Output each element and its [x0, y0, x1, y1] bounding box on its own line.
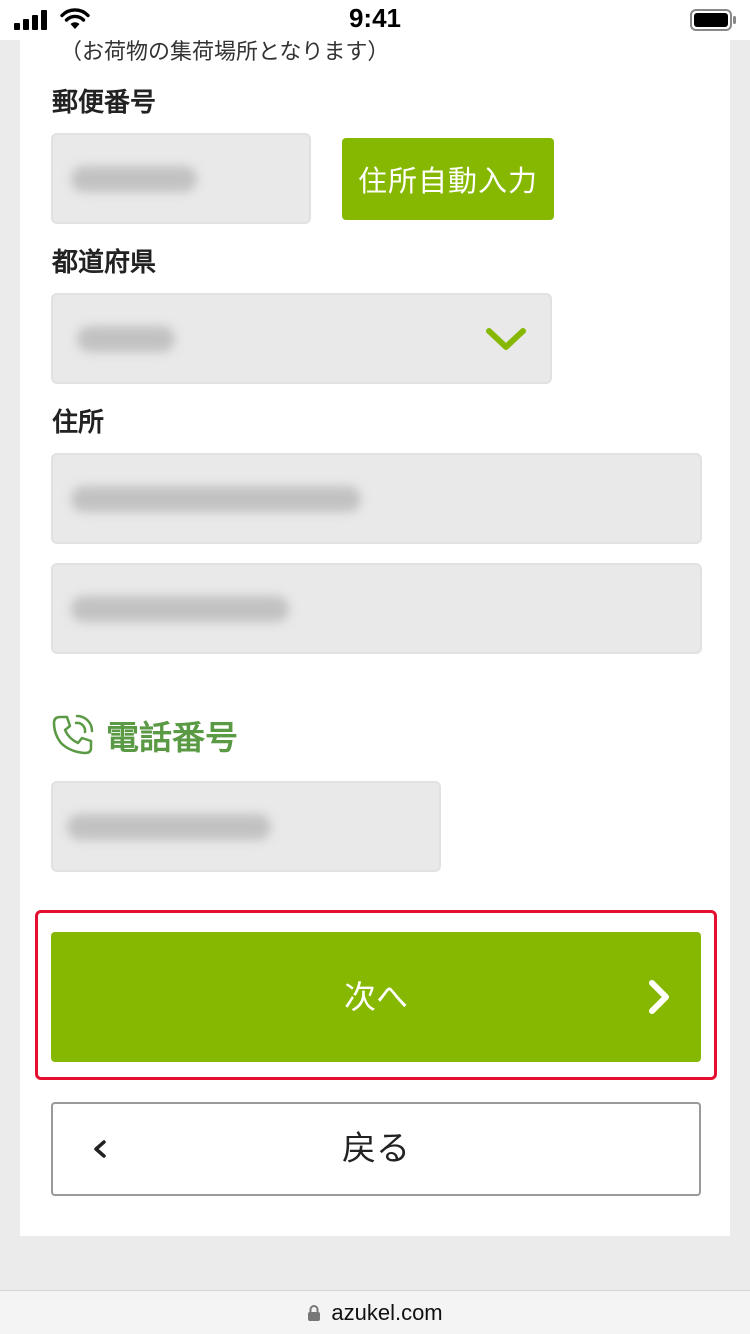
address-label: 住所 [52, 408, 105, 438]
battery-icon [690, 9, 736, 31]
back-button-label: 戻る [342, 1129, 410, 1169]
next-button[interactable]: 次へ [51, 932, 701, 1062]
prefecture-select[interactable] [51, 293, 552, 384]
phone-icon [52, 714, 94, 755]
address-autofill-button[interactable]: 住所自動入力 [342, 138, 554, 220]
phone-input[interactable] [51, 781, 441, 872]
status-bar: 9:41 [0, 0, 750, 40]
postal-code-value [71, 165, 197, 192]
prefecture-value [77, 325, 175, 352]
lock-icon [308, 1304, 321, 1321]
prefecture-label: 都道府県 [52, 248, 157, 278]
chevron-right-icon [649, 980, 669, 1014]
url-text: azukel.com [331, 1299, 443, 1325]
back-button[interactable]: 戻る [51, 1102, 701, 1196]
address-line1-value [71, 485, 361, 512]
browser-url-bar[interactable]: azukel.com [0, 1290, 750, 1334]
phone-heading-label: 電話番号 [106, 718, 238, 757]
address-line2-value [71, 595, 289, 622]
postal-code-label: 郵便番号 [52, 88, 157, 118]
next-button-label: 次へ [343, 978, 408, 1016]
postal-code-input[interactable] [51, 133, 311, 224]
phone-heading: 電話番号 [50, 710, 238, 760]
status-time: 9:41 [348, 3, 402, 33]
address-line1-input[interactable] [51, 453, 702, 544]
phone-value [67, 813, 271, 840]
address-line2-input[interactable] [51, 563, 702, 654]
chevron-down-icon [486, 328, 526, 350]
